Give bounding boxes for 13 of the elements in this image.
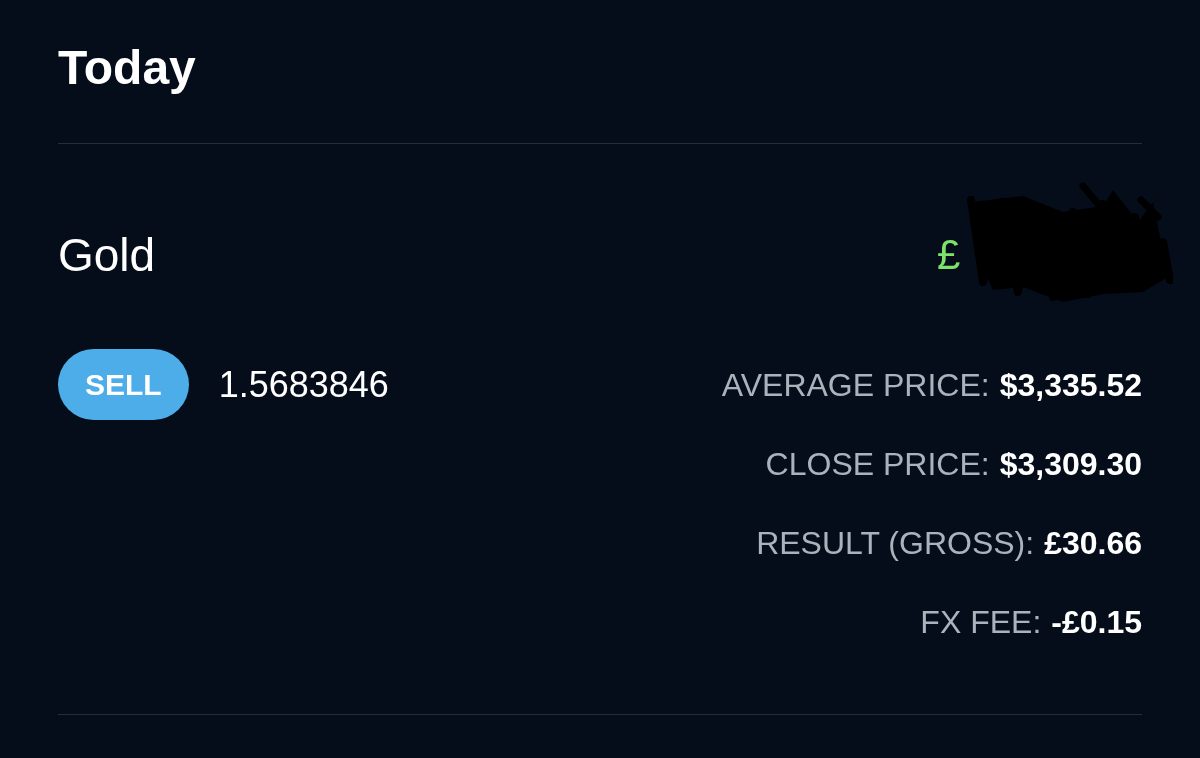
detail-label: FX FEE: bbox=[920, 603, 1042, 642]
detail-value: $3,309.30 bbox=[999, 445, 1142, 484]
detail-value: £30.66 bbox=[1044, 524, 1142, 563]
trade-quantity: 1.5683846 bbox=[218, 362, 389, 407]
trade-side-badge: SELL bbox=[58, 349, 189, 420]
instrument-name: Gold bbox=[58, 228, 156, 282]
detail-value: $3,335.52 bbox=[999, 366, 1142, 405]
detail-value: -£0.15 bbox=[1051, 603, 1142, 642]
trade-amount: £ bbox=[937, 230, 961, 280]
detail-label: RESULT (GROSS): bbox=[756, 524, 1035, 563]
section-title: Today bbox=[58, 40, 196, 96]
detail-label: CLOSE PRICE: bbox=[765, 445, 990, 484]
detail-label: AVERAGE PRICE: bbox=[721, 366, 990, 405]
